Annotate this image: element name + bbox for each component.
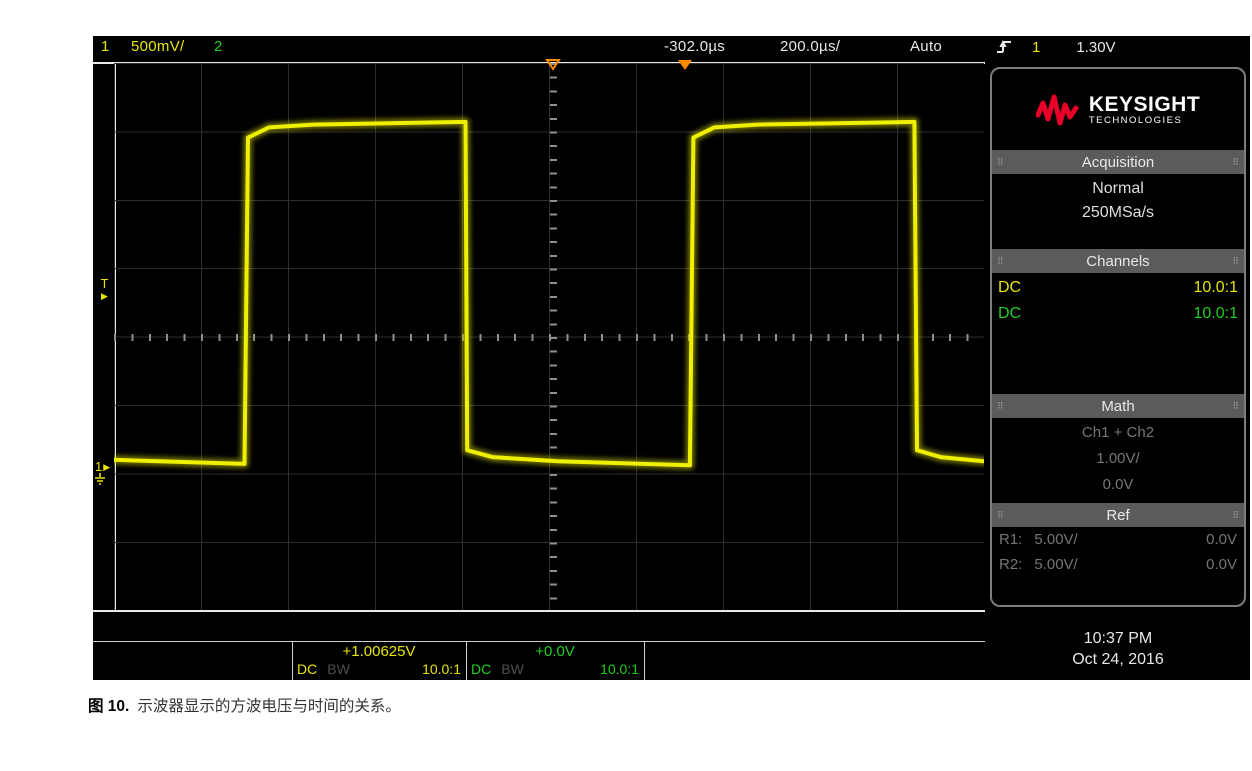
ch1-ground-marker[interactable]: 1 ▶ xyxy=(95,461,110,487)
ch2-probe: 10.0:1 xyxy=(1194,301,1238,327)
channels-title: Channels xyxy=(1009,253,1228,270)
channels-content: DC 10.0:1 DC 10.0:1 xyxy=(992,273,1244,394)
acquisition-title: Acquisition xyxy=(1009,154,1228,171)
ref1-offset: 0.0V xyxy=(1206,527,1237,552)
ch2-settings-row: DC 10.0:1 xyxy=(992,301,1244,327)
ch2-coupling-readout: DC xyxy=(471,661,491,678)
ref2-label: R2: xyxy=(999,552,1022,577)
grip-icon: ⠿ xyxy=(992,158,1009,167)
figure-caption: 图 10. 示波器显示的方波电压与时间的关系。 xyxy=(88,694,401,716)
ch2-offset-readout: +0.0V xyxy=(467,642,643,661)
ch1-probe-readout: 10.0:1 xyxy=(422,661,461,678)
grip-icon: ⠿ xyxy=(992,511,1009,520)
timebase-readout: 200.0µs/ xyxy=(780,38,840,55)
keysight-spark-icon xyxy=(1036,93,1080,127)
acquisition-content: Normal 250MSa/s xyxy=(992,174,1244,249)
delay-readout: -302.0µs xyxy=(664,38,725,55)
ch1-bottom-readout: +1.00625V DC BW 10.0:1 xyxy=(293,642,465,680)
ch1-probe: 10.0:1 xyxy=(1194,275,1238,301)
ref2-offset: 0.0V xyxy=(1206,552,1237,577)
logo-subname: TECHNOLOGIES xyxy=(1089,115,1200,126)
math-content: Ch1 + Ch2 1.00V/ 0.0V xyxy=(992,418,1244,503)
ref1-label: R1: xyxy=(999,527,1022,552)
grip-icon: ⠿ xyxy=(1227,402,1244,411)
trigger-level-marker[interactable]: T ▶ xyxy=(97,278,112,302)
grip-icon: ⠿ xyxy=(992,402,1009,411)
trigger-info: 1 1.30V xyxy=(990,36,1246,58)
ch1-coupling: DC xyxy=(998,275,1021,301)
graticule-bottom-border xyxy=(93,610,985,612)
ch1-offset-readout: +1.00625V xyxy=(293,642,465,661)
keysight-logo: KEYSIGHT TECHNOLOGIES xyxy=(992,69,1244,150)
ch2-bottom-readout: +0.0V DC BW 10.0:1 xyxy=(467,642,643,680)
grip-icon: ⠿ xyxy=(992,257,1009,266)
ch1-ground-arrow-icon: ▶ xyxy=(103,461,110,473)
acquisition-mode: Normal xyxy=(992,177,1244,201)
date-readout: Oct 24, 2016 xyxy=(990,649,1246,670)
ref2-scale: 5.00V/ xyxy=(1034,552,1077,577)
channels-section-header[interactable]: ⠿ Channels ⠿ xyxy=(992,249,1244,273)
figure-caption-label: 图 10. xyxy=(88,698,129,715)
acquisition-section-header[interactable]: ⠿ Acquisition ⠿ xyxy=(992,150,1244,174)
ref1-scale: 5.00V/ xyxy=(1034,527,1077,552)
graticule xyxy=(114,63,984,610)
time-readout: 10:37 PM xyxy=(990,628,1246,649)
trigger-level-arrow-icon: ▶ xyxy=(97,290,112,302)
ref-content: R1: 5.00V/ 0.0V R2: 5.00V/ 0.0V xyxy=(992,527,1244,577)
ch1-ground-marker-label: 1 xyxy=(95,461,102,473)
grip-icon: ⠿ xyxy=(1227,257,1244,266)
oscilloscope-screen: 1 500mV/ 2 -302.0µs 200.0µs/ Auto 1 1.30… xyxy=(93,36,1250,680)
trigger-mode-readout: Auto xyxy=(910,38,942,55)
ref-title: Ref xyxy=(1009,507,1228,524)
bottom-bar-separator xyxy=(644,641,645,680)
ground-symbol-icon xyxy=(95,473,109,485)
trigger-source-readout: 1 xyxy=(1032,39,1040,56)
math-section-header[interactable]: ⠿ Math ⠿ xyxy=(992,394,1244,418)
ch1-waveform xyxy=(114,63,984,610)
ch1-scale-readout: 500mV/ xyxy=(131,38,185,55)
ch1-coupling-readout: DC xyxy=(297,661,317,678)
logo-name: KEYSIGHT xyxy=(1089,94,1200,115)
ch1-bw-label: BW xyxy=(327,661,350,678)
math-scale: 1.00V/ xyxy=(992,446,1244,472)
ch2-probe-readout: 10.0:1 xyxy=(600,661,639,678)
clock: 10:37 PM Oct 24, 2016 xyxy=(990,628,1246,670)
ch2-number: 2 xyxy=(214,38,223,55)
sidebar-panel: KEYSIGHT TECHNOLOGIES ⠿ Acquisition ⠿ No… xyxy=(990,67,1246,607)
ref-section-header[interactable]: ⠿ Ref ⠿ xyxy=(992,503,1244,527)
ch1-settings-row: DC 10.0:1 xyxy=(992,275,1244,301)
ch2-bw-label: BW xyxy=(501,661,524,678)
trigger-level-marker-label: T xyxy=(97,278,112,290)
ch2-coupling: DC xyxy=(998,301,1021,327)
ch1-number: 1 xyxy=(101,38,110,55)
grip-icon: ⠿ xyxy=(1227,158,1244,167)
sample-rate: 250MSa/s xyxy=(992,201,1244,225)
figure-caption-text: 示波器显示的方波电压与时间的关系。 xyxy=(137,698,401,715)
math-offset: 0.0V xyxy=(992,472,1244,498)
math-title: Math xyxy=(1009,398,1228,415)
trigger-level-readout: 1.30V xyxy=(1076,39,1115,56)
math-function: Ch1 + Ch2 xyxy=(992,420,1244,446)
ref2-row: R2: 5.00V/ 0.0V xyxy=(992,552,1244,577)
grip-icon: ⠿ xyxy=(1227,511,1244,520)
ref1-row: R1: 5.00V/ 0.0V xyxy=(992,527,1244,552)
trigger-slope-rising-icon xyxy=(996,38,1012,56)
